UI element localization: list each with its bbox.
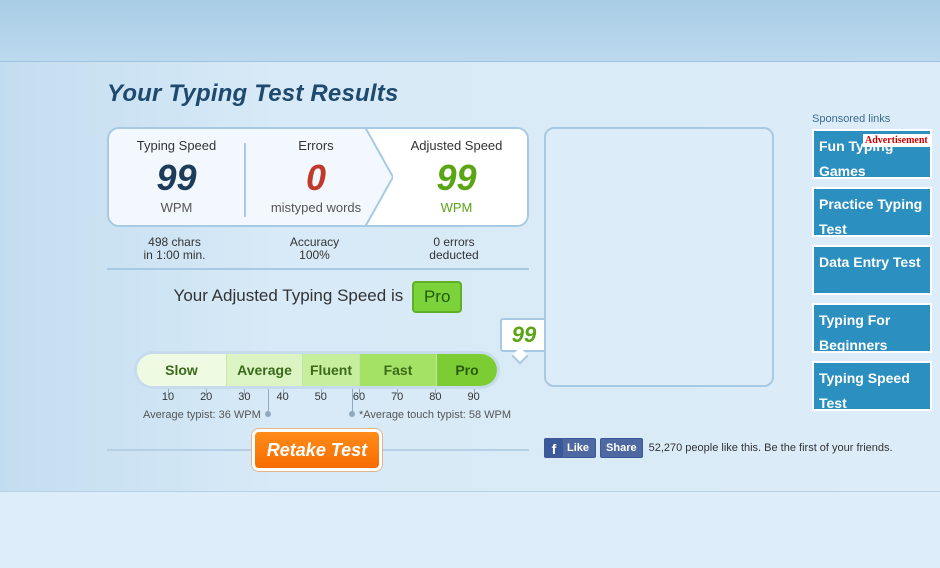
sponsored-link-practice-typing-test[interactable]: Practice Typing Test (812, 187, 932, 237)
sponsored-links-label: Sponsored links (812, 113, 891, 125)
adjusted-speed-unit: WPM (440, 200, 473, 215)
deducted-detail: 0 errors deducted (384, 236, 524, 262)
sponsored-link-line: Typing Speed (819, 370, 910, 386)
typing-speed-stat: Typing Speed 99 WPM (109, 129, 244, 225)
scale-segment-pro: Pro (437, 354, 497, 386)
sponsored-link-data-entry-test[interactable]: Data Entry Test (812, 245, 932, 295)
score-bubble: 99 (500, 318, 548, 365)
sponsored-link-line: Practice Typing (819, 196, 923, 212)
chars-detail: 498 chars in 1:00 min. (107, 236, 242, 262)
scale-tick-label: 40 (276, 391, 289, 403)
chars-time: in 1:00 min. (143, 248, 206, 262)
facebook-icon: f (545, 439, 563, 457)
bottom-area (0, 493, 940, 568)
sponsored-link-line: Beginners (819, 337, 888, 353)
scale-tick-label: 70 (391, 391, 404, 403)
advertisement-marker: Advertisement (863, 134, 930, 147)
score-bubble-value: 99 (511, 322, 537, 347)
results-card: Typing Speed 99 WPM Errors 0 mistyped wo… (107, 127, 529, 227)
errors-value: 0 (305, 157, 327, 198)
adjusted-speed-label: Adjusted Speed (410, 138, 503, 153)
typing-speed-unit: WPM (160, 200, 193, 215)
scale-segment-fast: Fast (360, 354, 437, 386)
accuracy-value: 100% (299, 248, 330, 262)
adjusted-speed-value: 99 (436, 157, 477, 198)
typing-speed-value: 99 (156, 157, 197, 198)
facebook-like-label: Like (567, 442, 590, 454)
scale-tick-label: 10 (161, 391, 175, 403)
errors-label: Errors (298, 138, 334, 153)
facebook-like-count: 52,270 people like this. Be the first of… (648, 442, 893, 454)
level-prefix: Your Adjusted Typing Speed is (173, 286, 404, 305)
deducted-label: deducted (429, 248, 479, 262)
advertisement-box[interactable] (544, 127, 774, 387)
sponsored-link-line: Games (819, 163, 866, 179)
level-summary: Your Adjusted Typing Speed is Pro (107, 280, 529, 313)
facebook-share-button[interactable]: Share (600, 438, 643, 458)
scale-segment-fluent: Fluent (303, 354, 360, 386)
page-title: Your Typing Test Results (107, 80, 399, 107)
section-divider (107, 268, 529, 270)
scale-tick-label: 50 (314, 391, 327, 403)
scale-tick-label: 30 (238, 391, 251, 403)
avg-touch-typist-marker-dot (349, 411, 355, 417)
errors-unit: mistyped words (270, 200, 362, 215)
sponsored-link-line: Typing For (819, 312, 891, 328)
facebook-like-button[interactable]: f Like (544, 438, 597, 458)
scale-tick-label: 90 (467, 391, 480, 403)
top-header-band (0, 0, 940, 62)
facebook-like-row: f Like Share 52,270 people like this. Be… (544, 438, 893, 458)
level-badge: Pro (411, 280, 463, 313)
errors-stat: Errors 0 mistyped words (246, 129, 386, 225)
sponsored-link-line: Test (819, 221, 847, 237)
retake-test-button[interactable]: Retake Test (252, 429, 382, 471)
sponsored-link-typing-for-beginners[interactable]: Typing For Beginners (812, 303, 932, 353)
scale-tick-label: 80 (429, 391, 442, 403)
scale-tick-label: 20 (200, 391, 213, 403)
avg-typist-marker-line (268, 389, 269, 413)
accuracy-detail: Accuracy 100% (247, 236, 382, 262)
adjusted-speed-stat: Adjusted Speed 99 WPM (384, 129, 527, 225)
avg-touch-typist-label: *Average touch typist: 58 WPM (359, 409, 512, 421)
avg-typist-label: Average typist: 36 WPM (143, 409, 261, 421)
sponsored-link-line: Test (819, 395, 847, 411)
scale-segment-slow: Slow (137, 354, 227, 386)
speed-scale: Slow Average Fluent Fast Pro (134, 351, 500, 389)
scale-tick-label: 60 (352, 391, 366, 403)
sponsored-link-typing-speed-test[interactable]: Typing Speed Test (812, 361, 932, 411)
typing-speed-label: Typing Speed (136, 138, 217, 153)
avg-typist-marker-dot (265, 411, 271, 417)
sponsored-link-line: Data Entry Test (819, 254, 921, 270)
scale-segment-average: Average (227, 354, 303, 386)
